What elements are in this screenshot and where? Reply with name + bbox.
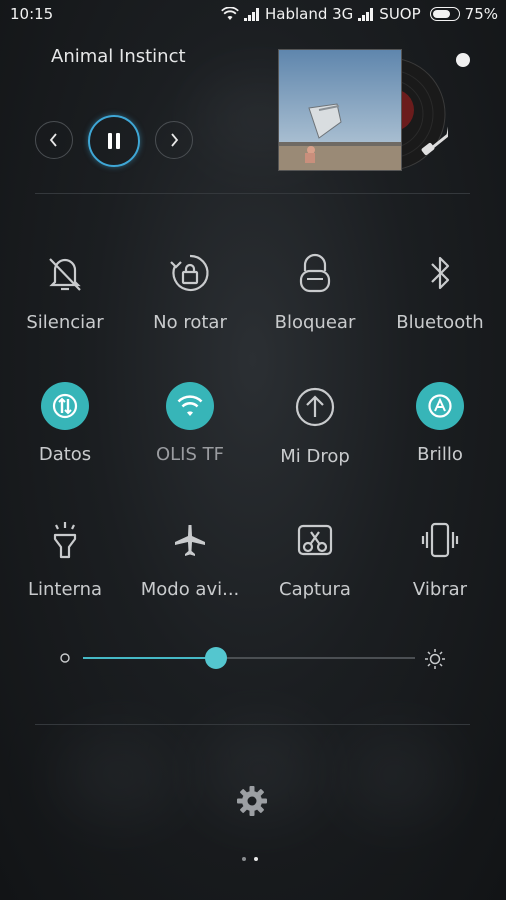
screenshot-icon	[290, 515, 340, 565]
battery-percent: 75%	[464, 5, 498, 23]
toggle-datos[interactable]: Datos	[10, 382, 120, 465]
divider-top	[35, 193, 470, 194]
toggle-captura[interactable]: Captura	[260, 515, 370, 600]
lock-icon	[290, 248, 340, 298]
toggle-label: Silenciar	[26, 312, 104, 333]
settings-gear-icon[interactable]	[234, 783, 270, 819]
toggle-label: Bloquear	[274, 312, 356, 333]
next-track-button[interactable]	[155, 121, 193, 159]
vibrate-icon	[415, 515, 465, 565]
signal-icon-2	[358, 7, 374, 21]
tonearm-pivot-icon	[456, 53, 470, 67]
carrier-2: SUOP	[379, 5, 421, 23]
status-right: Habland 3G SUOP 75%	[221, 5, 498, 23]
toggle-label: Vibrar	[412, 579, 468, 600]
carrier-1: Habland 3G	[264, 5, 354, 23]
toggle-no-rotar[interactable]: No rotar	[135, 248, 245, 333]
bluetooth-icon	[415, 248, 465, 298]
previous-track-button[interactable]	[35, 121, 73, 159]
brightness-slider[interactable]	[83, 647, 415, 669]
pause-button[interactable]	[88, 115, 140, 167]
page-indicator	[242, 857, 258, 861]
toggle-label: Datos	[38, 444, 92, 465]
brightness-slider-fill	[83, 657, 216, 659]
bell-off-icon	[40, 248, 90, 298]
toggle-silenciar[interactable]: Silenciar	[10, 248, 120, 333]
toggle-label: Mi Drop	[280, 446, 350, 467]
status-time: 10:15	[10, 5, 54, 23]
divider-bottom	[35, 724, 470, 725]
album-art	[278, 49, 402, 171]
chevron-right-icon	[171, 133, 179, 147]
page-dot-2[interactable]	[254, 857, 258, 861]
pause-icon	[108, 133, 120, 149]
toggle-label: Linterna	[27, 579, 103, 600]
toggle-mi-drop[interactable]: Mi Drop	[260, 382, 370, 467]
brightness-low-icon	[60, 653, 70, 663]
toggle-linterna[interactable]: Linterna	[10, 515, 120, 600]
chevron-left-icon	[49, 133, 57, 147]
toggle-label: Captura	[279, 579, 351, 600]
toggle-bluetooth[interactable]: Bluetooth	[385, 248, 495, 333]
flashlight-icon	[40, 515, 90, 565]
toggle-label: Modo avi...	[140, 579, 240, 600]
toggle-label: OLIS TF	[155, 444, 224, 465]
toggle-brillo[interactable]: Brillo	[385, 382, 495, 465]
status-bar: 10:15 Habland 3G SUOP 75%	[0, 0, 506, 30]
toggle-modo-avion[interactable]: Modo avi...	[135, 515, 245, 600]
toggle-label: No rotar	[153, 312, 227, 333]
page-dot-1[interactable]	[242, 857, 246, 861]
wifi-status-icon	[221, 7, 239, 20]
song-title: Animal Instinct	[51, 46, 186, 67]
toggle-vibrar[interactable]: Vibrar	[385, 515, 495, 600]
mobile-data-icon	[41, 382, 89, 430]
airplane-icon	[165, 515, 215, 565]
toggle-label: Brillo	[417, 444, 463, 465]
battery-icon	[429, 7, 460, 21]
brightness-high-icon	[425, 649, 445, 669]
toggle-bloquear[interactable]: Bloquear	[260, 248, 370, 333]
wifi-icon	[166, 382, 214, 430]
toggle-wifi[interactable]: OLIS TF	[135, 382, 245, 465]
signal-icon	[243, 7, 259, 21]
rotation-lock-icon	[165, 248, 215, 298]
auto-brightness-icon	[416, 382, 464, 430]
toggle-label: Bluetooth	[396, 312, 484, 333]
brightness-slider-thumb[interactable]	[204, 647, 227, 669]
upload-icon	[290, 382, 340, 432]
